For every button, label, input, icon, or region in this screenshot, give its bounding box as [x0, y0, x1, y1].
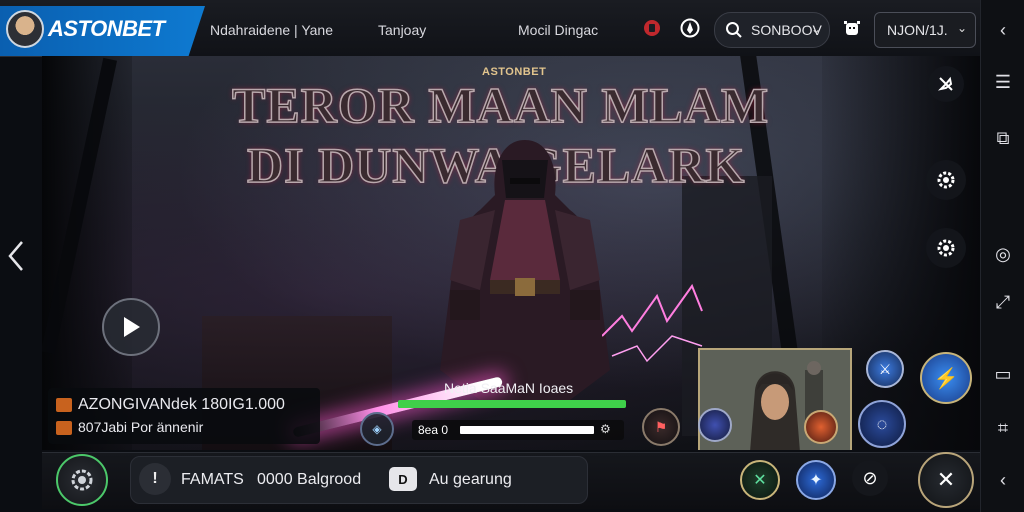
bottom-badge[interactable]: D	[389, 467, 417, 491]
nav-item-3[interactable]: Mocil Dingac	[518, 22, 598, 38]
banner-title-line-1: TEROR MAAN MLAM	[231, 76, 770, 134]
progress-bar	[398, 400, 626, 408]
chevron-down-icon: ⌄	[811, 22, 822, 36]
account-label: NJON/1J.	[887, 22, 948, 38]
blade-icon: ⚡	[933, 367, 959, 390]
shield-icon[interactable]	[640, 16, 664, 40]
skill-slot-2[interactable]: ⚡	[920, 352, 972, 404]
loading-strip: 8ea 0 ⚙	[412, 420, 624, 440]
no-sword-icon[interactable]: ⊘	[852, 460, 888, 496]
no-pin-icon[interactable]	[928, 66, 964, 102]
avatar[interactable]	[6, 10, 44, 48]
top-bar: ASTONBET Ndahraidene | Yane Tanjoay Moci…	[0, 0, 980, 57]
gear-icon	[71, 469, 93, 491]
chevron-left-icon[interactable]: ‹	[991, 468, 1015, 492]
settings-mini-icon[interactable]: ⚙	[600, 422, 611, 436]
bug-icon[interactable]	[840, 16, 864, 40]
flag-icon: ⚑	[654, 418, 668, 435]
gear-icon[interactable]	[926, 228, 966, 268]
loading-text: 8ea 0	[418, 423, 449, 437]
chevron-down-icon: ⌄	[957, 21, 968, 35]
nav-item-2[interactable]: Tanjoay	[378, 22, 426, 38]
info-icon[interactable]: !	[139, 463, 171, 495]
info-line-2: 807Jabi Por ännenir	[56, 419, 203, 436]
spin-button[interactable]	[56, 454, 108, 506]
bottom-label-3: Au gearung	[429, 471, 512, 488]
progress-label: Netia SaaMaN Ioaes	[444, 380, 574, 396]
shield-badge-icon[interactable]: ◈	[360, 412, 394, 446]
expand-icon[interactable]: ⤢	[991, 290, 1015, 314]
attack-button[interactable]: ✕	[918, 452, 974, 508]
carousel-prev-button[interactable]	[4, 238, 28, 274]
hero-character	[440, 140, 610, 400]
folder-icon[interactable]: ▭	[991, 362, 1015, 386]
account-dropdown[interactable]: NJON/1J. ⌄	[874, 12, 976, 48]
copy-icon[interactable]: ⧉	[991, 126, 1015, 150]
chip-icon	[56, 421, 72, 436]
bottom-label-2: 0000 Balgrood	[257, 471, 362, 488]
chevron-left-icon[interactable]: ‹	[991, 18, 1015, 42]
layers-icon[interactable]: ⌗	[991, 416, 1015, 440]
nav-item-1[interactable]: Ndahraidene | Yane	[210, 22, 333, 38]
swirl-icon: ◌	[876, 413, 888, 434]
sword-icon: ⚔	[878, 360, 892, 377]
crossed-swords-icon[interactable]: ✕	[740, 460, 780, 500]
search-input[interactable]: SONBOOV ⌄	[714, 12, 830, 48]
info-line-1: AZONGIVANdek 180IG1.000	[56, 396, 285, 414]
gear-icon[interactable]	[926, 160, 966, 200]
play-button[interactable]	[102, 298, 160, 356]
skill-slot-1[interactable]: ⚔	[866, 350, 904, 388]
chip-icon	[56, 397, 72, 412]
brand-name[interactable]: ASTONBET	[48, 16, 165, 42]
bottom-info-pill: ! FAMATS 0000 Balgrood D Au gearung	[130, 456, 588, 504]
bottom-label-1: FAMATS	[181, 471, 244, 488]
skill-slot-3[interactable]	[698, 408, 732, 442]
menu-icon[interactable]: ☰	[991, 70, 1015, 94]
target-icon[interactable]: ◎	[991, 242, 1015, 266]
play-icon	[124, 317, 140, 337]
skill-slot-4[interactable]	[804, 410, 838, 444]
skill-slot-5[interactable]: ◌	[858, 400, 906, 448]
magic-lightning	[602, 283, 703, 363]
loading-track	[460, 426, 594, 434]
search-icon	[725, 21, 743, 44]
right-rail: ‹ ☰ ⧉ ◎ ⤢ ▭ ⌗ ‹	[980, 0, 1024, 512]
magic-skill-icon[interactable]: ✦	[796, 460, 836, 500]
alien-icon[interactable]	[678, 16, 702, 40]
progress-fill	[398, 400, 626, 408]
jackpot-info-panel: AZONGIVANdek 180IG1.000 807Jabi Por änne…	[48, 388, 320, 444]
skill-slot-6[interactable]: ⚑	[642, 408, 680, 446]
